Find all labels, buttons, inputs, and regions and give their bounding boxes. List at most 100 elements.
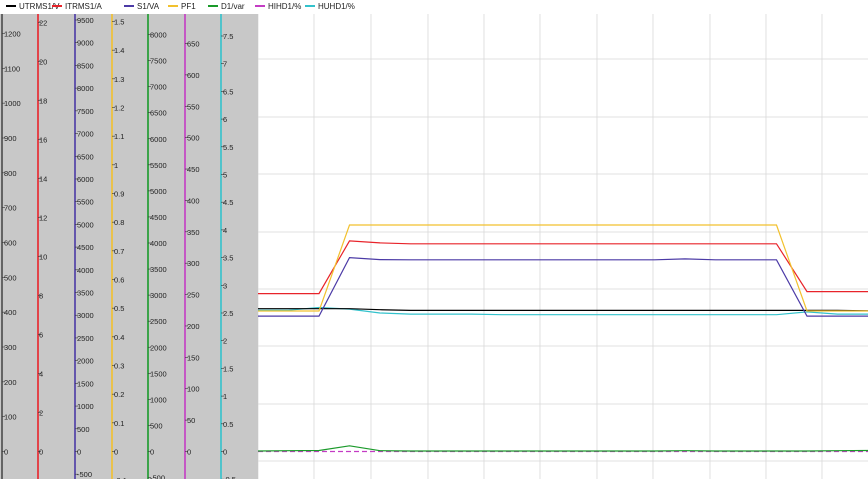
- series-line-s1-va[interactable]: [258, 256, 868, 317]
- y-axis-tick-label: 4.5: [223, 198, 233, 207]
- y-axis-tick-label: 0.5: [223, 420, 233, 429]
- y-axis-tick-label: 1.1: [114, 132, 124, 141]
- y-axis-tick-label: 6000: [150, 135, 167, 144]
- y-axis-tick-label: 0: [4, 448, 8, 457]
- y-axis-tick-label: 4: [39, 370, 43, 379]
- y-axis-tick-label: 1: [223, 392, 227, 401]
- series-line-d1-var[interactable]: [257, 445, 868, 452]
- y-axis-tick-label: 4000: [77, 266, 94, 275]
- y-axis-tick-label: 6000: [77, 175, 94, 184]
- y-axis-tick-label: 100: [187, 385, 200, 394]
- y-axis-tick-label: 2500: [77, 334, 94, 343]
- y-axis-tick-label: 400: [187, 196, 200, 205]
- y-axis-tick-label: 800: [4, 169, 17, 178]
- legend-item: ITRMS1/A: [52, 0, 102, 14]
- y-axis-tick-label: 0: [77, 448, 81, 457]
- y-axis-tick-label: 1000: [4, 99, 21, 108]
- y-axis-tick-label: 300: [4, 343, 17, 352]
- y-axis-tick-label: 350: [187, 228, 200, 237]
- y-axis-tick-label: 8000: [77, 84, 94, 93]
- legend-label: D1/var: [221, 2, 245, 11]
- y-axis-tick-label: 6.5: [223, 87, 233, 96]
- y-axis-tick-label: 3000: [77, 311, 94, 320]
- y-axis-tick-label: 5: [223, 171, 227, 180]
- y-axis-tick-label: 5000: [150, 187, 167, 196]
- y-axis-tick-label: 0.5: [114, 304, 124, 313]
- legend-item: S1/VA: [124, 0, 159, 14]
- y-axis-tick-label: 300: [187, 259, 200, 268]
- y-axis-tick-label: 1500: [150, 369, 167, 378]
- y-axis-tick-label: 0: [150, 448, 154, 457]
- y-axis-tick-label: 600: [187, 71, 200, 80]
- y-axis-tick-label: 3.5: [223, 254, 233, 263]
- y-axis-tick-label: 8500: [77, 61, 94, 70]
- y-axis-tick-label: 500: [4, 273, 17, 282]
- y-axis-tick-label: 100: [4, 413, 17, 422]
- y-axis-tick-label: 0.2: [114, 390, 124, 399]
- y-axis-tick-label: 200: [187, 322, 200, 331]
- legend-swatch: [52, 4, 62, 7]
- plot-svg[interactable]: [257, 14, 868, 479]
- series-line-itrms1-a[interactable]: [258, 240, 868, 295]
- y-axis-tick-label: -0.5: [223, 475, 236, 479]
- y-axis-tick-label: 150: [187, 353, 200, 362]
- y-axis-tick-label: 1.4: [114, 46, 124, 55]
- legend-item: D1/var: [208, 0, 245, 14]
- y-axis-tick-label: 450: [187, 165, 200, 174]
- y-axis-tick-label: 50: [187, 416, 195, 425]
- y-axis-tick-label: 900: [4, 134, 17, 143]
- y-axis-tick-label: 4500: [150, 213, 167, 222]
- y-axis-tick-label: 9500: [77, 16, 94, 25]
- y-axis-tick-label: 1: [114, 161, 118, 170]
- y-axis-tick-label: 1500: [77, 379, 94, 388]
- y-axis-tick-label: 18: [39, 97, 47, 106]
- legend-item: PF1: [168, 0, 196, 14]
- y-axis-tick-label: 0.9: [114, 190, 124, 199]
- y-axis-tick-label: 5000: [77, 220, 94, 229]
- legend-label: PF1: [181, 2, 196, 11]
- legend-item: HUHD1/%: [305, 0, 355, 14]
- y-axis-tick-label: 7000: [150, 83, 167, 92]
- y-axis-tick-label: 550: [187, 102, 200, 111]
- y-axis-tick-label: 250: [187, 291, 200, 300]
- y-axis-tick-label: 7: [223, 60, 227, 69]
- y-axis-tick-label: 400: [4, 308, 17, 317]
- y-axis-tick-label: 4000: [150, 239, 167, 248]
- series-line-utrms1-v[interactable]: [258, 308, 868, 312]
- y-axis-tick-label: 0.7: [114, 247, 124, 256]
- plot-area[interactable]: [257, 14, 868, 479]
- y-axis-tick-label: 7000: [77, 130, 94, 139]
- y-axis-tick-label: 1200: [4, 30, 21, 39]
- y-axis-tick-label: 1.3: [114, 75, 124, 84]
- y-axis-tick-label: 6: [223, 115, 227, 124]
- legend-swatch: [255, 4, 265, 7]
- y-axis-tick-label: 0: [223, 448, 227, 457]
- y-axis-tick-label: 1.2: [114, 104, 124, 113]
- y-axis-tick-label: 12: [39, 214, 47, 223]
- y-axis-tick-label: 500: [187, 134, 200, 143]
- y-axis-tick-label: 2.5: [223, 309, 233, 318]
- y-axis-tick-label: 7.5: [223, 32, 233, 41]
- y-axis-tick-label: 2000: [150, 343, 167, 352]
- y-axis-tick-label: 1.5: [114, 18, 124, 27]
- y-axis-tick-label: -500: [150, 474, 165, 479]
- legend-swatch: [208, 4, 218, 7]
- legend-swatch: [168, 4, 178, 7]
- y-axis-tick-label: 2000: [77, 357, 94, 366]
- y-axis-tick-label: 1000: [150, 395, 167, 404]
- y-axis-tick-label: 650: [187, 40, 200, 49]
- y-axis-tick-label: 0: [187, 448, 191, 457]
- legend-label: S1/VA: [137, 2, 160, 11]
- y-axes-panel: 0 100 200 300 400 500 600 700 800 900 1000 1100 1200…: [0, 14, 258, 479]
- chart-legend: UTRMS1/V ITRMS1/A S1/VA PF1 D1/var HIHD1/% HUH…: [0, 0, 868, 14]
- y-axis-tick-label: 3500: [150, 265, 167, 274]
- y-axis-tick-label: 3500: [77, 289, 94, 298]
- legend-swatch: [305, 4, 315, 7]
- y-axis-tick-label: 1100: [4, 64, 20, 73]
- legend-label: ITRMS1/A: [65, 2, 102, 11]
- y-axis-tick-label: 0: [39, 448, 43, 457]
- y-axis-tick-label: 4500: [77, 243, 94, 252]
- series-line-pf1[interactable]: [258, 224, 868, 312]
- y-axis-tick-label: 0.4: [114, 333, 124, 342]
- y-axis-tick-label: 0.1: [114, 419, 124, 428]
